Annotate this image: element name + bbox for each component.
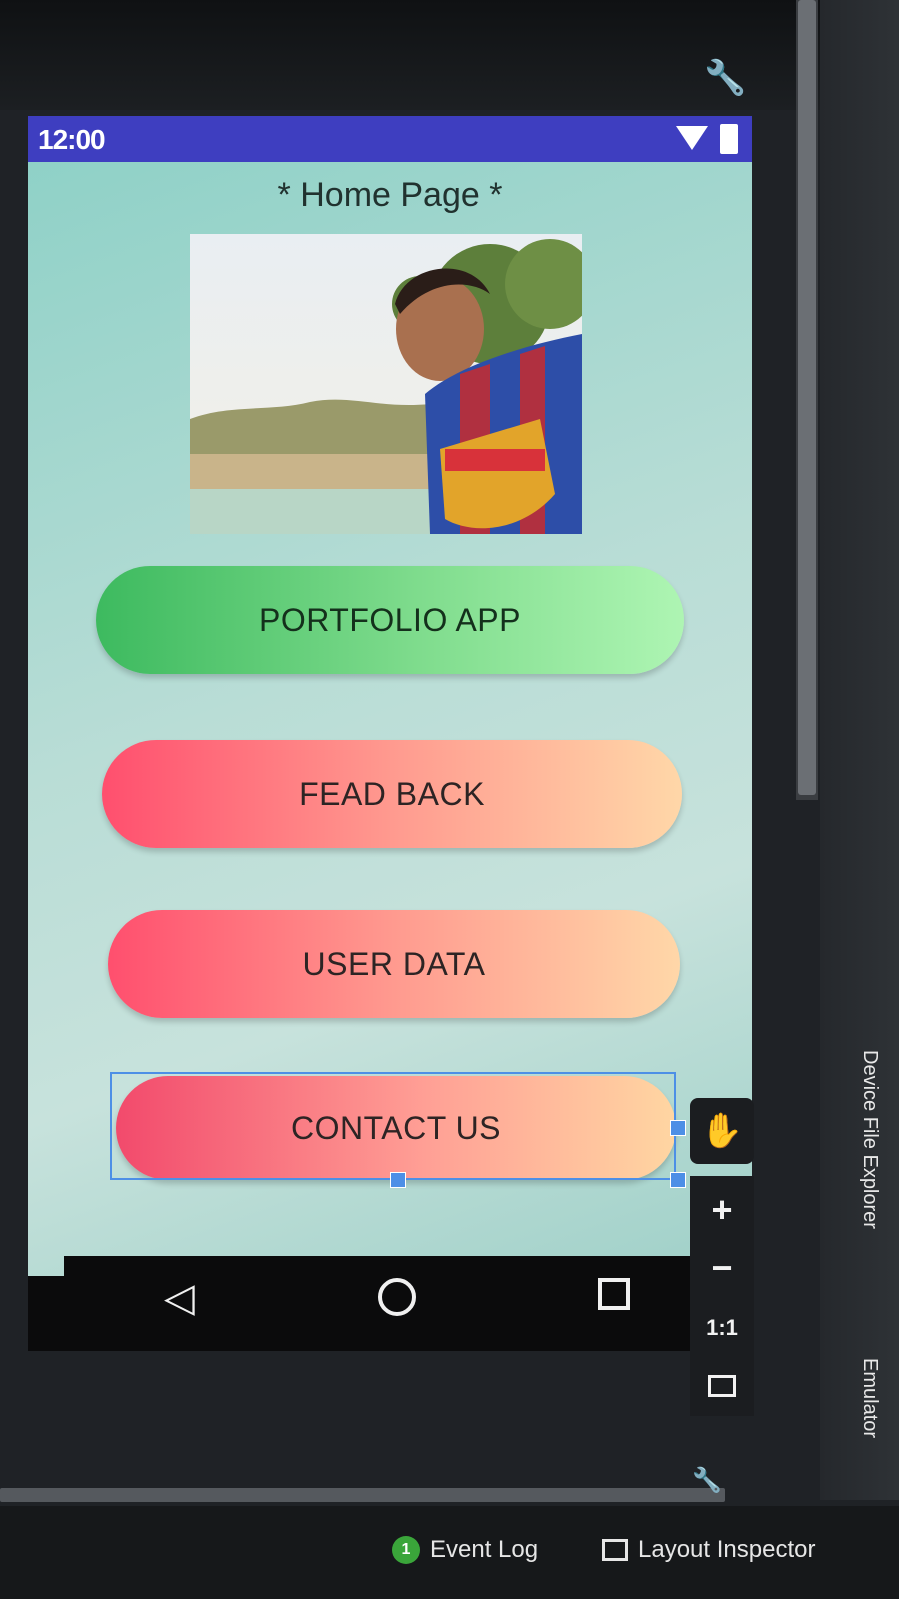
- portfolio-app-button[interactable]: PORTFOLIO APP: [96, 566, 684, 674]
- resize-handle-corner[interactable]: [670, 1172, 686, 1188]
- status-time: 12:00: [38, 124, 106, 155]
- feedback-button[interactable]: FEAD BACK: [102, 740, 682, 848]
- ide-right-panel: [820, 0, 899, 1500]
- resize-handle-bottom[interactable]: [390, 1172, 406, 1188]
- wifi-icon: [676, 126, 708, 150]
- zoom-toolbar: + − 1:1: [690, 1176, 754, 1416]
- zoom-actual-size-button[interactable]: 1:1: [690, 1302, 754, 1354]
- ide-top-area: [0, 0, 899, 110]
- wrench-icon[interactable]: 🔧: [692, 1466, 722, 1495]
- emulator-device: 12:00 * Home Page * PORTFOLIO APP FEAD B…: [28, 116, 752, 1351]
- horizontal-scrollbar[interactable]: [0, 1488, 725, 1502]
- vertical-scrollbar-thumb[interactable]: [798, 0, 816, 795]
- fit-screen-icon[interactable]: [690, 1360, 754, 1412]
- navigation-bar: ◁: [64, 1256, 716, 1346]
- layout-inspector-label: Layout Inspector: [638, 1536, 816, 1563]
- hand-icon[interactable]: ✋: [690, 1098, 754, 1164]
- status-bar: 12:00: [28, 116, 752, 162]
- layout-inspector-tab[interactable]: Layout Inspector: [602, 1536, 815, 1564]
- event-log-label: Event Log: [430, 1536, 539, 1563]
- battery-icon: [720, 124, 738, 154]
- page-title: * Home Page *: [277, 176, 503, 214]
- profile-photo-art: [190, 234, 582, 534]
- recent-apps-icon[interactable]: [598, 1278, 630, 1310]
- profile-photo: [190, 234, 582, 534]
- layout-inspector-icon: [602, 1539, 628, 1561]
- user-data-button[interactable]: USER DATA: [108, 910, 680, 1018]
- device-file-explorer-tab[interactable]: Device File Explorer: [858, 1050, 881, 1229]
- emulator-tab[interactable]: Emulator: [858, 1358, 881, 1438]
- event-log-count-badge: 1: [392, 1536, 420, 1564]
- home-icon[interactable]: [378, 1278, 416, 1316]
- event-log-tab[interactable]: 1 Event Log: [392, 1536, 538, 1564]
- app-screen: * Home Page * PORTFOLIO APP FEAD BACK US…: [28, 162, 752, 1276]
- contact-us-button[interactable]: CONTACT US: [116, 1076, 676, 1180]
- zoom-out-icon[interactable]: −: [690, 1242, 754, 1294]
- zoom-in-icon[interactable]: +: [690, 1184, 754, 1236]
- back-icon[interactable]: ◁: [164, 1278, 195, 1318]
- resize-handle-right[interactable]: [670, 1120, 686, 1136]
- wrench-icon[interactable]: 🔧: [704, 58, 746, 98]
